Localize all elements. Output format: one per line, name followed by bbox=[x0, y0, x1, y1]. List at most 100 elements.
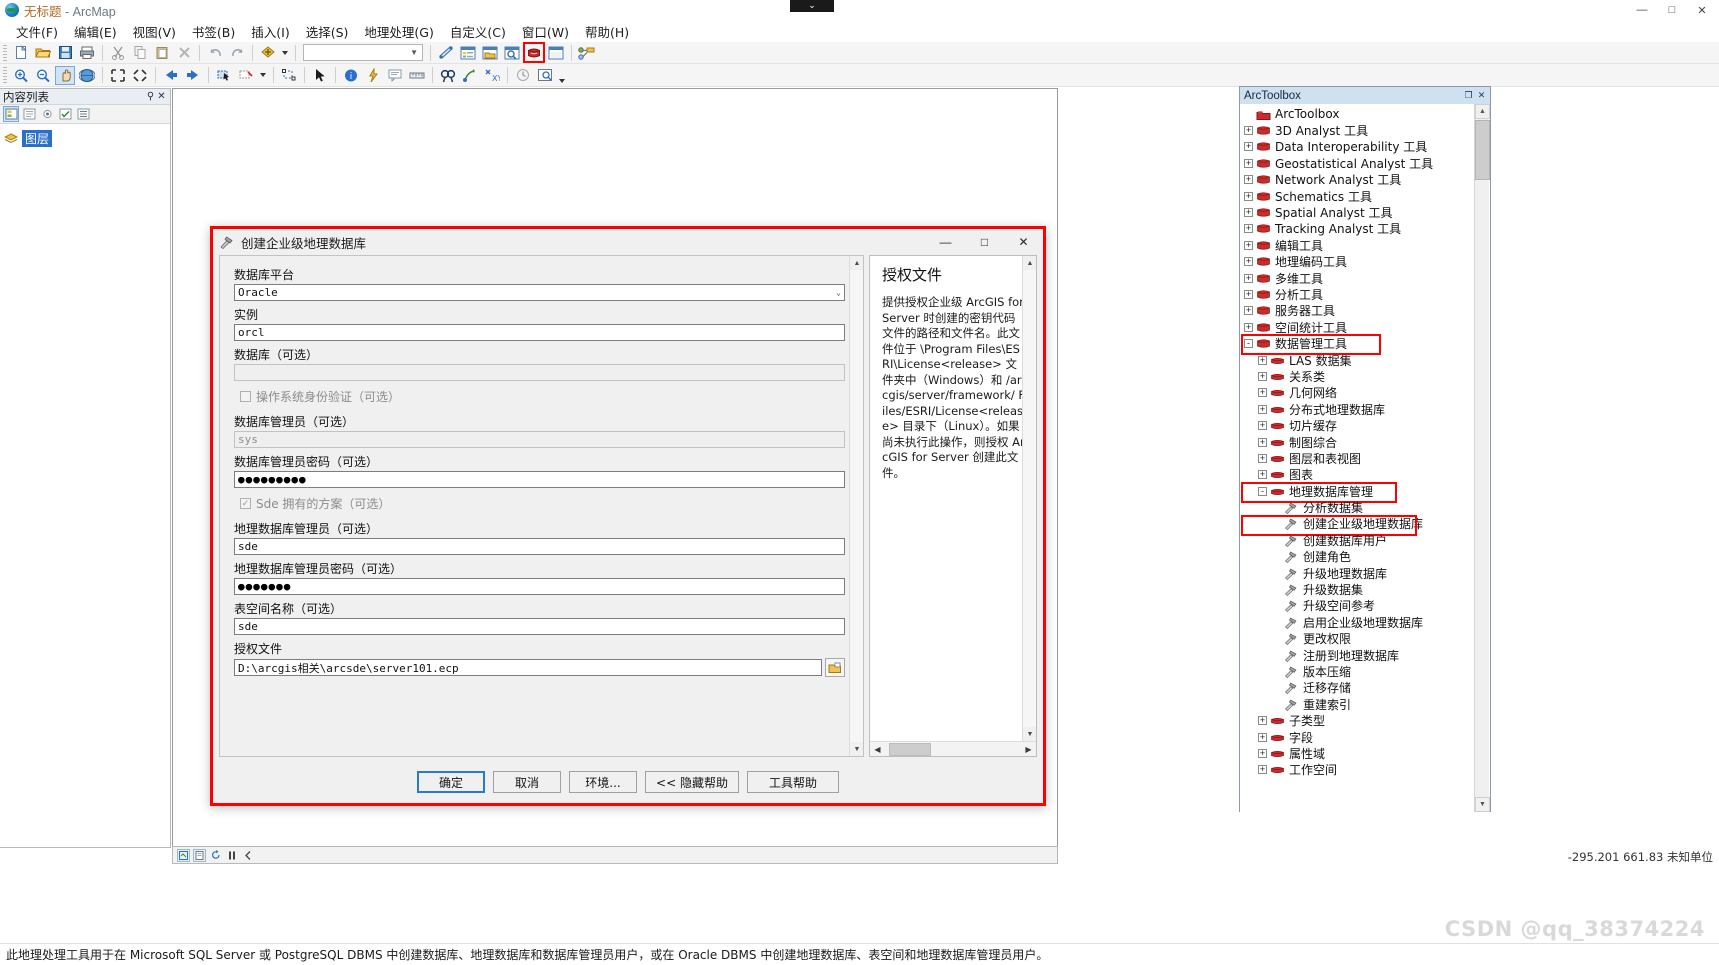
tree-node-6[interactable]: +Tracking Analyst 工具 bbox=[1242, 221, 1490, 237]
minimize-button[interactable]: — bbox=[1627, 0, 1657, 20]
tree-node-31[interactable]: 更改权限 bbox=[1242, 631, 1490, 647]
menu-item-4[interactable]: 插入(I) bbox=[243, 20, 297, 43]
tree-node-37[interactable]: +字段 bbox=[1242, 729, 1490, 745]
tree-node-20[interactable]: +图层和表视图 bbox=[1242, 450, 1490, 466]
tree-node-25[interactable]: 创建数据库用户 bbox=[1242, 532, 1490, 548]
tree-expander[interactable]: + bbox=[1258, 454, 1267, 463]
find-icon[interactable] bbox=[438, 66, 458, 85]
table-of-contents-icon[interactable] bbox=[458, 43, 478, 62]
scroll-track[interactable] bbox=[885, 743, 1021, 756]
tree-expander[interactable]: + bbox=[1244, 159, 1253, 168]
tree-node-12[interactable]: +空间统计工具 bbox=[1242, 319, 1490, 335]
tree-node-30[interactable]: 启用企业级地理数据库 bbox=[1242, 614, 1490, 630]
tree-node-9[interactable]: +多维工具 bbox=[1242, 270, 1490, 286]
dialog-button-1[interactable]: 取消 bbox=[493, 771, 561, 793]
list-by-selection-icon[interactable] bbox=[57, 106, 73, 122]
find-route-icon[interactable] bbox=[460, 66, 480, 85]
save-icon[interactable] bbox=[55, 43, 75, 62]
tree-expander[interactable]: + bbox=[1258, 749, 1267, 758]
tree-expander[interactable]: + bbox=[1244, 241, 1253, 250]
tree-node-11[interactable]: +服务器工具 bbox=[1242, 303, 1490, 319]
tree-expander[interactable]: + bbox=[1244, 290, 1253, 299]
tree-expander[interactable]: + bbox=[1244, 175, 1253, 184]
fixed-zoom-out-icon[interactable] bbox=[130, 66, 150, 85]
menu-item-8[interactable]: 窗口(W) bbox=[514, 20, 577, 43]
list-by-visibility-icon[interactable] bbox=[39, 106, 55, 122]
tree-node-8[interactable]: +地理编码工具 bbox=[1242, 254, 1490, 270]
tree-expander[interactable]: + bbox=[1258, 405, 1267, 414]
authorization-file-input[interactable]: D:\arcgis相关\arcsde\server101.ecp bbox=[234, 659, 822, 676]
open-folder-icon[interactable] bbox=[33, 43, 53, 62]
tree-expander[interactable]: + bbox=[1258, 388, 1267, 397]
tree-expander[interactable]: + bbox=[1244, 192, 1253, 201]
db-admin-password-input[interactable]: ●●●●●●●●● bbox=[234, 471, 845, 488]
pan-icon[interactable] bbox=[55, 66, 75, 85]
zoom-in-icon[interactable] bbox=[11, 66, 31, 85]
full-extent-icon[interactable] bbox=[77, 66, 97, 85]
tree-node-34[interactable]: 迁移存储 bbox=[1242, 680, 1490, 696]
cursor-arrow-icon[interactable] bbox=[310, 66, 330, 85]
scroll-down-icon[interactable]: ▼ bbox=[1475, 797, 1490, 812]
tree-node-17[interactable]: +分布式地理数据库 bbox=[1242, 401, 1490, 417]
layout-view-icon[interactable] bbox=[193, 849, 206, 862]
tree-expander[interactable]: + bbox=[1244, 274, 1253, 283]
tree-expander[interactable]: + bbox=[1258, 470, 1267, 479]
tree-expander[interactable]: + bbox=[1244, 208, 1253, 217]
back-icon[interactable] bbox=[241, 849, 254, 862]
tree-expander[interactable]: + bbox=[1258, 421, 1267, 430]
checkbox-sde-owned-schema[interactable]: ✓ Sde 拥有的方案（可选） bbox=[240, 495, 845, 512]
print-icon[interactable] bbox=[77, 43, 97, 62]
close-icon[interactable]: ✕ bbox=[1475, 90, 1488, 101]
menu-item-0[interactable]: 文件(F) bbox=[8, 20, 66, 43]
list-by-drawing-order-icon[interactable] bbox=[3, 106, 19, 122]
tree-node-35[interactable]: 重建索引 bbox=[1242, 696, 1490, 712]
tree-expander[interactable]: + bbox=[1244, 323, 1253, 332]
clear-selection-icon[interactable] bbox=[236, 66, 256, 85]
tree-expander[interactable]: - bbox=[1258, 487, 1267, 496]
tree-expander[interactable]: + bbox=[1258, 733, 1267, 742]
tree-node-38[interactable]: +属性域 bbox=[1242, 745, 1490, 761]
instance-input[interactable]: orcl bbox=[234, 324, 845, 341]
dialog-maximize-button[interactable]: □ bbox=[965, 229, 1004, 254]
menu-item-2[interactable]: 视图(V) bbox=[125, 20, 184, 43]
tree-expander[interactable]: + bbox=[1244, 142, 1253, 151]
tree-node-15[interactable]: +关系类 bbox=[1242, 368, 1490, 384]
menu-item-1[interactable]: 编辑(E) bbox=[66, 20, 125, 43]
scroll-up-icon[interactable]: ▲ bbox=[1475, 104, 1490, 119]
dialog-button-2[interactable]: 环境... bbox=[569, 771, 637, 793]
tree-node-29[interactable]: 升级空间参考 bbox=[1242, 598, 1490, 614]
previous-extent-icon[interactable] bbox=[161, 66, 181, 85]
hyperlink-icon[interactable] bbox=[363, 66, 383, 85]
toolbar-grip[interactable] bbox=[3, 45, 7, 61]
dialog-button-3[interactable]: << 隐藏帮助 bbox=[645, 771, 739, 793]
identify-icon[interactable]: i bbox=[341, 66, 361, 85]
tree-node-32[interactable]: 注册到地理数据库 bbox=[1242, 647, 1490, 663]
scroll-up-icon[interactable]: ▲ bbox=[1023, 256, 1037, 270]
tree-expander[interactable]: + bbox=[1258, 765, 1267, 774]
tree-node-16[interactable]: +几何网络 bbox=[1242, 385, 1490, 401]
list-by-source-icon[interactable] bbox=[21, 106, 37, 122]
tree-node-root[interactable]: ArcToolbox bbox=[1242, 106, 1490, 122]
parameters-scrollbar[interactable]: ▲ ▼ bbox=[849, 256, 863, 756]
toolbar-grip[interactable] bbox=[3, 67, 7, 83]
tree-node-18[interactable]: +切片缓存 bbox=[1242, 417, 1490, 433]
db-admin-input[interactable]: sys bbox=[234, 431, 845, 448]
create-viewer-window-icon[interactable] bbox=[535, 66, 555, 85]
toolbar-overflow-icon[interactable] bbox=[557, 66, 567, 85]
pause-icon[interactable] bbox=[225, 849, 238, 862]
maximize-button[interactable]: □ bbox=[1657, 0, 1687, 20]
tree-node-21[interactable]: +图表 bbox=[1242, 467, 1490, 483]
tree-expander[interactable]: + bbox=[1258, 356, 1267, 365]
select-elements-icon[interactable] bbox=[279, 66, 299, 85]
pin-icon[interactable]: ⚲ bbox=[145, 91, 156, 102]
model-builder-icon[interactable] bbox=[577, 43, 597, 62]
tree-expander[interactable]: + bbox=[1258, 716, 1267, 725]
scrollbar-thumb[interactable] bbox=[1475, 120, 1490, 180]
gdb-admin-input[interactable]: sde bbox=[234, 538, 845, 555]
add-data-dropdown-icon[interactable] bbox=[280, 43, 290, 62]
tree-node-4[interactable]: +Schematics 工具 bbox=[1242, 188, 1490, 204]
arctoolbox-icon[interactable] bbox=[524, 43, 544, 62]
scrollbar-thumb[interactable] bbox=[889, 743, 931, 756]
measure-icon[interactable] bbox=[407, 66, 427, 85]
tree-expander[interactable]: + bbox=[1244, 126, 1253, 135]
